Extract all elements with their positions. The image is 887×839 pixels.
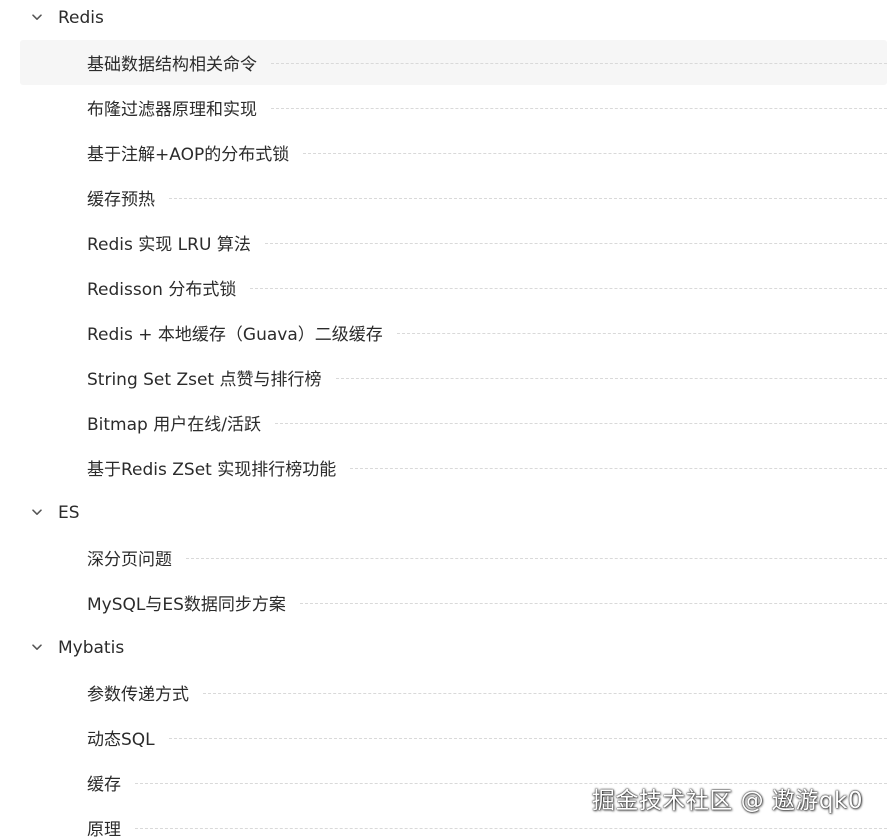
outline-item[interactable]: 缓存预热 <box>20 175 887 220</box>
outline-item[interactable]: Redis + 本地缓存（Guava）二级缓存 <box>20 310 887 355</box>
outline-group-mybatis[interactable]: Mybatis <box>0 625 887 670</box>
outline-item-label: 缓存预热 <box>87 190 155 210</box>
dotted-leader-line <box>271 108 887 109</box>
outline-group-label: ES <box>58 502 80 523</box>
outline-item[interactable]: 布隆过滤器原理和实现 <box>20 85 887 130</box>
outline-item[interactable]: 基于Redis ZSet 实现排行榜功能 <box>20 445 887 490</box>
outline-group-redis[interactable]: Redis <box>0 0 887 40</box>
outline-item-label: 布隆过滤器原理和实现 <box>87 100 257 120</box>
outline-item[interactable]: String Set Zset 点赞与排行榜 <box>20 355 887 400</box>
outline-item-label: 基于Redis ZSet 实现排行榜功能 <box>87 460 337 480</box>
dotted-leader-line <box>274 423 887 424</box>
dotted-leader-line <box>264 243 887 244</box>
chevron-down-icon[interactable] <box>31 642 43 654</box>
chevron-down-icon[interactable] <box>31 507 43 519</box>
outline-item-label: 原理 <box>87 820 121 839</box>
dotted-leader-line <box>350 468 887 469</box>
outline-item[interactable]: 基础数据结构相关命令 <box>20 40 887 85</box>
outline-item-label: 缓存 <box>87 775 121 795</box>
chevron-down-icon[interactable] <box>31 12 43 24</box>
outline-group-es[interactable]: ES <box>0 490 887 535</box>
dotted-leader-line <box>203 693 887 694</box>
outline-item-label: Redis + 本地缓存（Guava）二级缓存 <box>87 325 383 345</box>
outline-item[interactable]: 深分页问题 <box>20 535 887 580</box>
dotted-leader-line <box>335 378 887 379</box>
dotted-leader-line <box>271 63 887 64</box>
dotted-leader-line <box>303 153 887 154</box>
outline-item-label: String Set Zset 点赞与排行榜 <box>87 370 322 390</box>
outline-item-label: 基于注解+AOP的分布式锁 <box>87 145 290 165</box>
dotted-leader-line <box>396 333 887 334</box>
dotted-leader-line <box>299 603 887 604</box>
outline-group-label: Mybatis <box>58 637 125 658</box>
outline-item[interactable]: Redisson 分布式锁 <box>20 265 887 310</box>
outline-item-label: 基础数据结构相关命令 <box>87 55 257 75</box>
dotted-leader-line <box>135 828 887 829</box>
outline-item[interactable]: Redis 实现 LRU 算法 <box>20 220 887 265</box>
outline-item[interactable]: 参数传递方式 <box>20 670 887 715</box>
outline-item-label: Redisson 分布式锁 <box>87 280 237 300</box>
outline-item-label: 深分页问题 <box>87 550 172 570</box>
outline-item[interactable]: 基于注解+AOP的分布式锁 <box>20 130 887 175</box>
outline-item-label: MySQL与ES数据同步方案 <box>87 595 286 615</box>
outline-item[interactable]: 动态SQL <box>20 715 887 760</box>
dotted-leader-line <box>250 288 887 289</box>
outline-item[interactable]: Bitmap 用户在线/活跃 <box>20 400 887 445</box>
outline-group-label: Redis <box>58 7 104 28</box>
dotted-leader-line <box>169 198 887 199</box>
outline-item[interactable]: MySQL与ES数据同步方案 <box>20 580 887 625</box>
outline-tree: Redis 基础数据结构相关命令 布隆过滤器原理和实现基于注解+AOP的分布式锁 缓存… <box>0 0 887 839</box>
outline-item-label: Bitmap 用户在线/活跃 <box>87 415 261 435</box>
watermark: 掘金技术社区 @ 遨游qk0 <box>591 788 863 814</box>
dotted-leader-line <box>186 558 887 559</box>
outline-item-label: 参数传递方式 <box>87 685 189 705</box>
dotted-leader-line <box>168 738 887 739</box>
outline-item-label: Redis 实现 LRU 算法 <box>87 235 251 255</box>
outline-item-label: 动态SQL <box>87 730 155 750</box>
